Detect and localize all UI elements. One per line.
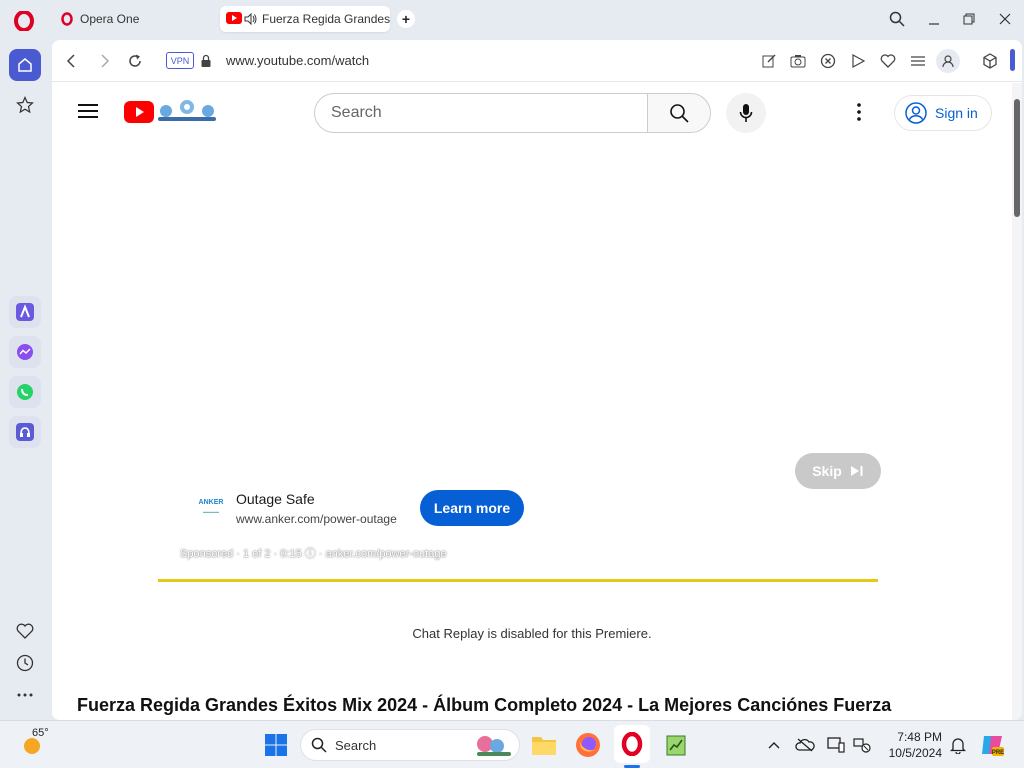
browser-titlebar: Opera One Fuerza Regida Grandes + — [0, 0, 1024, 40]
search-highlight-icon — [471, 732, 517, 760]
music-player-icon[interactable] — [9, 416, 41, 448]
svg-text:PRE: PRE — [992, 750, 1004, 756]
flow-send-icon[interactable] — [849, 52, 867, 70]
aria-icon[interactable] — [9, 296, 41, 328]
network-status-icon[interactable] — [848, 731, 876, 759]
sign-in-label: Sign in — [935, 105, 978, 121]
system-clock[interactable]: 7:48 PM 10/5/2024 — [884, 729, 942, 761]
tab-search-icon[interactable] — [885, 8, 909, 30]
profile-icon[interactable] — [936, 49, 960, 73]
heart-icon[interactable] — [9, 615, 41, 647]
back-icon[interactable] — [62, 52, 80, 70]
star-icon[interactable] — [9, 89, 41, 121]
more-options-icon[interactable] — [9, 679, 41, 711]
opera-menu-icon[interactable] — [14, 10, 34, 32]
opera-favicon-icon — [60, 12, 74, 26]
forward-icon[interactable] — [96, 52, 114, 70]
youtube-favicon-icon — [226, 12, 242, 26]
weather-temp: 65° — [32, 727, 49, 739]
tab-opera-one[interactable]: Opera One — [54, 6, 214, 32]
page-scrollbar[interactable] — [1012, 83, 1022, 720]
advertiser-logo[interactable]: ANKER ▬▬▬▬ — [196, 498, 226, 516]
windows-start-icon[interactable] — [262, 731, 290, 759]
youtube-header: Search Sign in — [52, 83, 1012, 143]
history-icon[interactable] — [9, 647, 41, 679]
chat-replay-note: Chat Replay is disabled for this Premier… — [412, 626, 652, 641]
speaker-icon[interactable] — [244, 13, 258, 25]
onedrive-offline-icon[interactable] — [791, 731, 819, 759]
ad-title[interactable]: Outage Safe — [236, 491, 315, 507]
taskbar-search-label: Search — [335, 737, 377, 753]
vpn-badge[interactable]: VPN — [166, 52, 194, 69]
video-title: Fuerza Regida Grandes Éxitos Mix 2024 - … — [77, 695, 892, 715]
account-circle-icon — [905, 102, 927, 124]
learn-more-button[interactable]: Learn more — [420, 490, 524, 526]
notepad-chart-icon[interactable] — [662, 731, 690, 759]
reload-icon[interactable] — [126, 52, 144, 70]
opera-taskbar-icon[interactable] — [614, 725, 650, 763]
youtube-doodle-icon[interactable] — [156, 97, 218, 130]
hamburger-menu-icon[interactable] — [78, 103, 98, 124]
skip-label: Skip — [812, 463, 842, 479]
ad-url[interactable]: www.anker.com/power-outage — [236, 512, 397, 526]
firefox-icon[interactable] — [574, 731, 602, 759]
copilot-icon[interactable]: PRE — [978, 731, 1006, 759]
restore-icon[interactable] — [957, 8, 981, 30]
tab-youtube[interactable]: Fuerza Regida Grandes — [220, 6, 390, 32]
skip-ad-button[interactable]: Skip — [795, 453, 881, 489]
taskbar-search[interactable]: Search — [300, 729, 520, 761]
address-bar: VPN www.youtube.com/watch — [52, 40, 1022, 82]
sponsored-info: Sponsored · 1 of 2 · 0:15 ⓘ · anker.com/… — [180, 548, 447, 560]
minimize-icon[interactable] — [922, 8, 946, 30]
youtube-page: Search Sign in Skip ANKER ▬▬▬▬ Outage Sa… — [52, 83, 1012, 720]
sidebar-toggle-indicator[interactable] — [1010, 49, 1015, 71]
clock-time: 7:48 PM — [897, 730, 942, 744]
browser-content-panel: VPN www.youtube.com/watch Search Sign in… — [52, 40, 1022, 720]
notification-bell-icon[interactable] — [944, 731, 972, 759]
file-explorer-icon[interactable] — [530, 731, 558, 759]
tab-title: Fuerza Regida Grandes — [262, 12, 391, 26]
tab-title: Opera One — [80, 12, 140, 26]
search-button[interactable] — [647, 93, 711, 133]
windows-taskbar: 65° Search 7:48 PM 10/5/2024 PRE — [0, 720, 1024, 768]
search-input[interactable]: Search — [314, 93, 648, 133]
close-icon[interactable] — [993, 8, 1017, 30]
favorite-heart-icon[interactable] — [879, 52, 897, 70]
adblock-icon[interactable] — [819, 52, 837, 70]
settings-kebab-icon[interactable] — [857, 103, 861, 126]
display-device-icon[interactable] — [822, 731, 850, 759]
new-tab-button[interactable]: + — [397, 10, 415, 28]
lock-icon[interactable] — [199, 52, 213, 70]
search-icon — [311, 737, 327, 753]
video-player[interactable]: Skip ANKER ▬▬▬▬ Outage Safe www.anker.co… — [158, 163, 902, 583]
sign-in-button[interactable]: Sign in — [894, 95, 992, 131]
voice-search-button[interactable] — [726, 93, 766, 133]
clock-date: 10/5/2024 — [888, 746, 942, 760]
ad-progress-bar[interactable] — [158, 579, 878, 582]
youtube-logo-icon[interactable] — [124, 101, 154, 128]
scrollbar-thumb[interactable] — [1014, 99, 1020, 217]
whatsapp-icon[interactable] — [9, 376, 41, 408]
messenger-icon[interactable] — [9, 336, 41, 368]
url-field[interactable]: www.youtube.com/watch — [226, 53, 369, 68]
camera-icon[interactable] — [789, 52, 807, 70]
edit-icon[interactable] — [760, 52, 778, 70]
easy-setup-icon[interactable] — [909, 52, 927, 70]
opera-sidebar — [0, 40, 48, 720]
skip-next-icon — [850, 465, 864, 477]
home-icon[interactable] — [9, 49, 41, 81]
search-icon — [669, 103, 689, 123]
microphone-icon — [739, 103, 753, 123]
extensions-cube-icon[interactable] — [981, 52, 999, 70]
chevron-up-icon[interactable] — [760, 731, 788, 759]
